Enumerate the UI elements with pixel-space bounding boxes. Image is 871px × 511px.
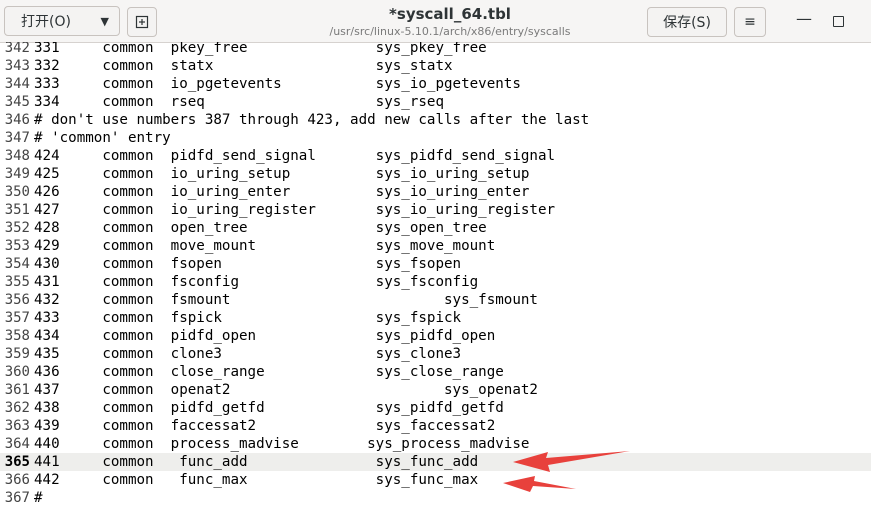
- open-button-label: 打开(O): [21, 14, 71, 30]
- file-name: *syscall_64.tbl: [389, 5, 511, 23]
- minimize-icon[interactable]: —: [796, 9, 812, 29]
- red-arrow-icon: [513, 451, 630, 472]
- menu-icon: ≡: [744, 14, 756, 30]
- chevron-down-icon[interactable]: ▼: [101, 15, 109, 28]
- annotation-arrows: [503, 451, 630, 492]
- header-bar: 打开(O) ▼ *syscall_64.tbl /usr/src/linux-5…: [0, 0, 871, 43]
- text-editor[interactable]: 342 331 common pkey_free sys_pkey_free 343…: [0, 42, 871, 511]
- hamburger-menu-button[interactable]: ≡: [734, 7, 766, 37]
- maximize-icon[interactable]: [833, 16, 844, 27]
- file-path: /usr/src/linux-5.10.1/arch/x86/entry/sys…: [329, 25, 571, 38]
- save-button[interactable]: 保存(S): [647, 7, 727, 37]
- new-tab-button[interactable]: [127, 7, 157, 37]
- new-document-icon: [135, 15, 149, 29]
- window-title: *syscall_64.tbl /usr/src/linux-5.10.1/ar…: [300, 4, 600, 40]
- red-arrow-icon: [503, 476, 576, 492]
- open-button[interactable]: 打开(O) ▼: [4, 6, 120, 36]
